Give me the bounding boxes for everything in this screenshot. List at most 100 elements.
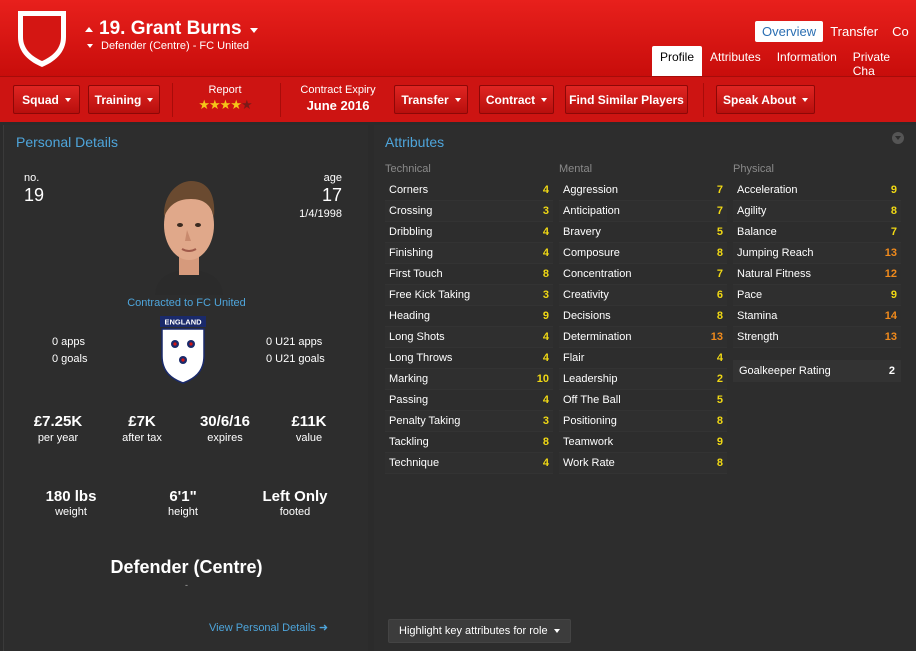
contract-expiry-value: June 2016	[306, 98, 370, 113]
attribute-row[interactable]: Natural Fitness 12	[733, 264, 901, 285]
age-label: age	[323, 172, 342, 184]
club-crest-icon	[18, 11, 66, 67]
attribute-row[interactable]: Anticipation 7	[559, 201, 727, 222]
attribute-row[interactable]: Marking 10	[385, 369, 553, 390]
attribute-name: Strength	[737, 331, 779, 343]
squad-button[interactable]: Squad	[13, 85, 80, 114]
attribute-name: Penalty Taking	[389, 415, 461, 427]
attribute-row[interactable]: Bravery 5	[559, 222, 727, 243]
attribute-value: 9	[716, 436, 723, 448]
attribute-row[interactable]: Corners 4	[385, 180, 553, 201]
toolbar-divider	[172, 83, 173, 117]
contract-button[interactable]: Contract	[479, 85, 554, 114]
attribute-name: Jumping Reach	[737, 247, 814, 259]
attribute-row[interactable]: Pace 9	[733, 285, 901, 306]
attribute-value: 8	[542, 436, 549, 448]
technical-list: Corners 4 Crossing 3 Dribbling 4 Finishing 4 Fir…	[385, 180, 553, 474]
training-button[interactable]: Training	[88, 85, 160, 114]
previous-player-icon[interactable]	[85, 26, 93, 32]
attribute-name: Bravery	[563, 226, 601, 238]
attribute-value: 9	[890, 184, 897, 196]
attribute-row[interactable]: Work Rate 8	[559, 453, 727, 474]
attribute-name: Pace	[737, 289, 763, 301]
height-label: height	[168, 506, 198, 518]
attribute-row[interactable]: Flair 4	[559, 348, 727, 369]
player-subtitle: Defender (Centre) - FC United	[101, 40, 249, 52]
attribute-row[interactable]: Concentration 7	[559, 264, 727, 285]
squad-button-label: Squad	[22, 92, 59, 107]
attribute-value: 13	[710, 331, 723, 343]
view-personal-details-link[interactable]: View Personal Details ➜	[209, 621, 328, 634]
after-tax-label: after tax	[122, 432, 162, 444]
attribute-value: 4	[716, 352, 723, 364]
attribute-row[interactable]: Agility 8	[733, 201, 901, 222]
transfer-button[interactable]: Transfer	[394, 85, 468, 114]
attribute-row[interactable]: Aggression 7	[559, 180, 727, 201]
value-value: £11K	[291, 413, 327, 430]
attribute-row[interactable]: Leadership 2	[559, 369, 727, 390]
attribute-row[interactable]: Teamwork 9	[559, 432, 727, 453]
tab-overview[interactable]: Overview	[755, 21, 824, 42]
scout-report[interactable]: Report ★★★★★	[175, 84, 275, 113]
goalkeeper-rating-row: Goalkeeper Rating 2	[733, 360, 901, 382]
wage-label: per year	[37, 432, 79, 444]
attribute-row[interactable]: Positioning 8	[559, 411, 727, 432]
find-similar-label: Find Similar Players	[569, 92, 684, 107]
attribute-row[interactable]: Crossing 3	[385, 201, 553, 222]
attribute-name: Aggression	[563, 184, 619, 196]
weight-value: 180 lbs	[45, 488, 97, 505]
arrow-right-icon: ➜	[318, 622, 329, 634]
attribute-row[interactable]: Off The Ball 5	[559, 390, 727, 411]
attribute-row[interactable]: Decisions 8	[559, 306, 727, 327]
collapse-panel-icon[interactable]	[892, 132, 904, 144]
find-similar-players-button[interactable]: Find Similar Players	[565, 85, 688, 114]
england-badge-icon: ENGLAND	[160, 316, 206, 384]
attribute-row[interactable]: Free Kick Taking 3	[385, 285, 553, 306]
attribute-row[interactable]: Finishing 4	[385, 243, 553, 264]
attribute-row[interactable]: Creativity 6	[559, 285, 727, 306]
attribute-name: Free Kick Taking	[389, 289, 471, 301]
tab-co[interactable]: Co	[885, 21, 916, 42]
attribute-row[interactable]: Composure 8	[559, 243, 727, 264]
attribute-row[interactable]: Passing 4	[385, 390, 553, 411]
star-icon: ★	[230, 97, 242, 112]
attribute-row[interactable]: Dribbling 4	[385, 222, 553, 243]
attribute-row[interactable]: Long Throws 4	[385, 348, 553, 369]
tab-transfer[interactable]: Transfer	[823, 21, 885, 42]
report-label: Report	[208, 84, 242, 96]
attribute-name: Marking	[389, 373, 429, 385]
toolbar-divider	[703, 83, 704, 117]
player-menu-chevron-icon[interactable]	[249, 28, 258, 33]
attribute-row[interactable]: Determination 13	[559, 327, 727, 348]
attribute-row[interactable]: First Touch 8	[385, 264, 553, 285]
attribute-value: 4	[542, 352, 549, 364]
attribute-value: 6	[716, 289, 723, 301]
attribute-row[interactable]: Long Shots 4	[385, 327, 553, 348]
attribute-value: 3	[542, 205, 549, 217]
technical-column: Technical Corners 4 Crossing 3 Dribbling 4 Fin…	[385, 163, 553, 474]
attribute-name: Composure	[563, 247, 620, 259]
attribute-row[interactable]: Technique 4	[385, 453, 553, 474]
mental-list: Aggression 7 Anticipation 7 Bravery 5 Composur…	[559, 180, 727, 474]
physical-list: Acceleration 9 Agility 8 Balance 7 Jumping Rea…	[733, 180, 901, 348]
player-position: Defender (Centre)	[110, 557, 263, 577]
attribute-value: 4	[542, 247, 549, 259]
attribute-row[interactable]: Balance 7	[733, 222, 901, 243]
attribute-value: 8	[716, 457, 723, 469]
attribute-name: Work Rate	[563, 457, 615, 469]
attribute-value: 4	[542, 457, 549, 469]
attribute-value: 10	[536, 373, 549, 385]
speak-about-button[interactable]: Speak About	[716, 85, 815, 114]
attribute-row[interactable]: Heading 9	[385, 306, 553, 327]
attribute-row[interactable]: Stamina 14	[733, 306, 901, 327]
attribute-row[interactable]: Penalty Taking 3	[385, 411, 553, 432]
attribute-value: 4	[542, 184, 549, 196]
highlight-key-attributes-button[interactable]: Highlight key attributes for role	[388, 619, 571, 643]
next-player-icon[interactable]	[87, 44, 93, 48]
attribute-row[interactable]: Tackling 8	[385, 432, 553, 453]
attribute-row[interactable]: Jumping Reach 13	[733, 243, 901, 264]
attribute-row[interactable]: Acceleration 9	[733, 180, 901, 201]
attributes-title: Attributes	[385, 134, 445, 150]
contracted-to-link[interactable]: Contracted to FC United	[4, 297, 369, 309]
attribute-row[interactable]: Strength 13	[733, 327, 901, 348]
